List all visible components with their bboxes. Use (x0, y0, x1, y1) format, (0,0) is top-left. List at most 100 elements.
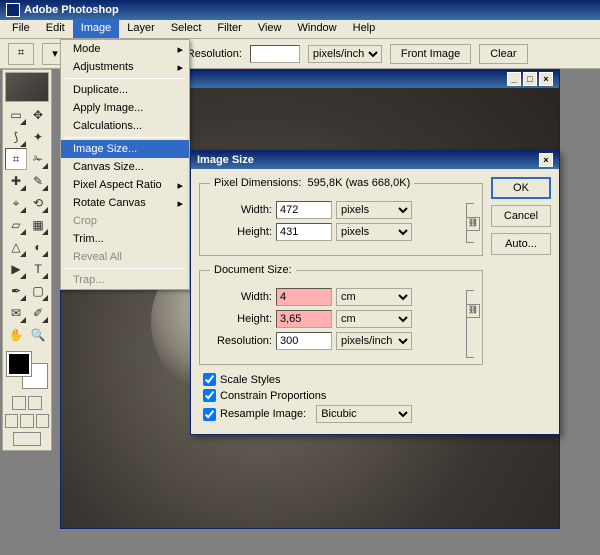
px-width-unit-select[interactable]: pixels (336, 201, 412, 219)
notes-tool-icon[interactable]: ✉ (5, 302, 27, 324)
doc-height-unit-select[interactable]: cm (336, 310, 412, 328)
doc-size-label: Document Size: (210, 264, 296, 276)
standard-mode-icon[interactable] (12, 396, 26, 410)
crop-tool-icon[interactable]: ⌗ (5, 148, 27, 170)
resample-checkbox[interactable] (203, 408, 216, 421)
blur-tool-icon[interactable]: △ (5, 236, 27, 258)
menu-pixel-aspect[interactable]: Pixel Aspect Ratio (61, 176, 189, 194)
path-select-icon[interactable]: ▶ (5, 258, 27, 280)
type-tool-icon[interactable]: T (27, 258, 49, 280)
brush-tool-icon[interactable]: ✎ (27, 170, 49, 192)
menu-rotate-canvas[interactable]: Rotate Canvas (61, 194, 189, 212)
doc-width-label: Width: (210, 291, 272, 303)
menu-view[interactable]: View (250, 20, 290, 38)
eraser-tool-icon[interactable]: ▱ (5, 214, 27, 236)
scale-styles-checkbox[interactable] (203, 373, 216, 386)
menu-image[interactable]: Image (73, 20, 120, 38)
constrain-label: Constrain Proportions (220, 390, 326, 402)
color-swatches[interactable] (5, 350, 49, 390)
history-brush-icon[interactable]: ⟲ (27, 192, 49, 214)
minimize-icon[interactable]: _ (507, 72, 521, 86)
resolution-input[interactable] (276, 332, 332, 350)
resample-method-select[interactable]: Bicubic (316, 405, 412, 423)
separator (65, 137, 185, 138)
wand-tool-icon[interactable]: ✦ (27, 126, 49, 148)
menu-reveal-all: Reveal All (61, 248, 189, 266)
gradient-tool-icon[interactable]: ▦ (27, 214, 49, 236)
move-tool-icon[interactable]: ✥ (27, 104, 49, 126)
close-icon[interactable]: × (539, 72, 553, 86)
pen-tool-icon[interactable]: ✒ (5, 280, 27, 302)
cancel-button[interactable]: Cancel (491, 205, 551, 227)
clear-button[interactable]: Clear (479, 44, 527, 64)
menu-file[interactable]: File (4, 20, 38, 38)
resample-label: Resample Image: (220, 408, 306, 420)
menu-help[interactable]: Help (345, 20, 384, 38)
menu-select[interactable]: Select (163, 20, 210, 38)
menu-calculations[interactable]: Calculations... (61, 117, 189, 135)
zoom-tool-icon[interactable]: 🔍 (27, 324, 49, 346)
app-icon (6, 3, 20, 17)
stamp-tool-icon[interactable]: ⌖ (5, 192, 27, 214)
screen-full-icon[interactable] (36, 414, 49, 428)
menu-adjustments[interactable]: Adjustments (61, 58, 189, 76)
app-title: Adobe Photoshop (24, 4, 119, 16)
slice-tool-icon[interactable]: ✁ (27, 148, 49, 170)
dialog-titlebar[interactable]: Image Size × (191, 151, 559, 169)
close-icon[interactable]: × (539, 153, 553, 167)
resolution-label: Resolution: (210, 335, 272, 347)
menu-crop: Crop (61, 212, 189, 230)
menubar: File Edit Image Layer Select Filter View… (0, 20, 600, 39)
dodge-tool-icon[interactable]: ◐ (27, 236, 49, 258)
resolution-label: Resolution: (187, 48, 242, 60)
menu-layer[interactable]: Layer (119, 20, 163, 38)
auto-button[interactable]: Auto... (491, 233, 551, 255)
jump-to-icon[interactable] (13, 432, 41, 446)
px-height-unit-select[interactable]: pixels (336, 223, 412, 241)
dialog-title: Image Size (197, 154, 254, 166)
jump-row (5, 430, 49, 448)
eyedropper-icon[interactable]: ✐ (27, 302, 49, 324)
menu-apply-image[interactable]: Apply Image... (61, 99, 189, 117)
pixel-dimensions-group: Pixel Dimensions: 595,8K (was 668,0K) Wi… (199, 177, 483, 256)
menu-duplicate[interactable]: Duplicate... (61, 81, 189, 99)
menu-mode[interactable]: Mode (61, 40, 189, 58)
menu-canvas-size[interactable]: Canvas Size... (61, 158, 189, 176)
px-width-input[interactable] (276, 201, 332, 219)
menu-trim[interactable]: Trim... (61, 230, 189, 248)
front-image-button[interactable]: Front Image (390, 44, 471, 64)
hand-tool-icon[interactable]: ✋ (5, 324, 27, 346)
quickmask-mode-icon[interactable] (28, 396, 42, 410)
app-titlebar: Adobe Photoshop (0, 0, 600, 20)
healing-tool-icon[interactable]: ✚ (5, 170, 27, 192)
doc-width-unit-select[interactable]: cm (336, 288, 412, 306)
image-size-dialog: Image Size × Pixel Dimensions: 595,8K (w… (190, 150, 560, 435)
shape-tool-icon[interactable]: ▢ (27, 280, 49, 302)
screen-full-menu-icon[interactable] (20, 414, 33, 428)
pixel-dim-value: 595,8K (was 668,0K) (308, 177, 411, 189)
constrain-checkbox[interactable] (203, 389, 216, 402)
px-height-input[interactable] (276, 223, 332, 241)
chain-icon[interactable]: ⛓ (466, 304, 480, 318)
menu-edit[interactable]: Edit (38, 20, 73, 38)
scale-styles-label: Scale Styles (220, 374, 281, 386)
lasso-tool-icon[interactable]: ⟆ (5, 126, 27, 148)
marquee-tool-icon[interactable]: ▭ (5, 104, 27, 126)
fg-color[interactable] (7, 352, 31, 376)
menu-filter[interactable]: Filter (209, 20, 249, 38)
resolution-unit-select[interactable]: pixels/inch (308, 45, 382, 63)
doc-width-input[interactable] (276, 288, 332, 306)
chain-icon[interactable]: ⛓ (466, 217, 480, 231)
resolution-input[interactable] (250, 45, 300, 63)
separator (65, 268, 185, 269)
menu-trap: Trap... (61, 271, 189, 289)
resolution-unit-select[interactable]: pixels/inch (336, 332, 412, 350)
crop-tool-icon[interactable]: ⌗ (8, 43, 34, 65)
maximize-icon[interactable]: □ (523, 72, 537, 86)
ok-button[interactable]: OK (491, 177, 551, 199)
screen-standard-icon[interactable] (5, 414, 18, 428)
px-width-label: Width: (210, 204, 272, 216)
menu-image-size[interactable]: Image Size... (61, 140, 189, 158)
menu-window[interactable]: Window (290, 20, 345, 38)
doc-height-input[interactable] (276, 310, 332, 328)
